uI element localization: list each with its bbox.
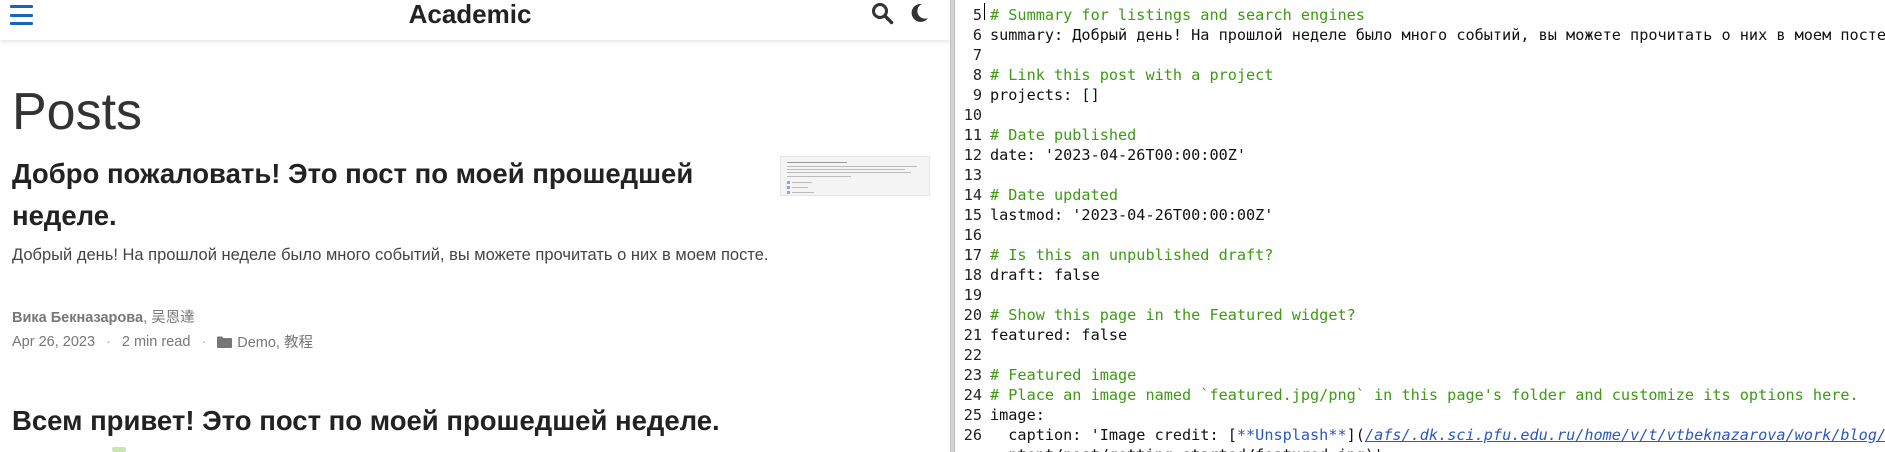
navbar: Academic — [0, 0, 950, 40]
line-number: 14 — [963, 186, 982, 204]
post-categories-link[interactable]: Demo, 教程 — [237, 331, 313, 352]
code-text: projects: [] — [990, 86, 1100, 104]
code-line[interactable]: 14 # Date updated — [955, 185, 1885, 205]
site-brand[interactable]: Academic — [0, 0, 940, 28]
line-number: 22 — [963, 346, 982, 364]
post-authors: Вика Бекназарова, 吴恩達 — [12, 306, 195, 327]
code-text: draft: false — [990, 266, 1100, 284]
line-number: 12 — [963, 146, 982, 164]
code-text-segment: ]( — [1346, 426, 1365, 444]
line-number: 20 — [963, 306, 982, 324]
code-text: featured: false — [990, 326, 1128, 344]
markdown-bold-text: **Unsplash** — [1236, 426, 1347, 444]
code-line[interactable]: 6 summary: Добрый день! На прошлой неделе… — [955, 25, 1885, 45]
code-comment: # Show this page in the Featured widget? — [990, 306, 1356, 324]
moon-icon[interactable] — [907, 1, 931, 25]
code-comment: # Summary for listings and search engine… — [990, 6, 1365, 24]
code-text: ntent/post/getting-started/featured.jpg)… — [990, 446, 1383, 452]
code-comment: # Is this an unpublished draft? — [990, 246, 1274, 264]
code-text-segment: caption: 'Image credit: [ — [990, 426, 1237, 444]
website-preview-pane: Academic Posts Добро пожаловать! Это пос… — [0, 0, 950, 452]
code-line[interactable]: 13 — [955, 165, 1885, 185]
code-line[interactable]: ntent/post/getting-started/featured.jpg)… — [955, 445, 1885, 452]
code-line[interactable]: 21 featured: false — [955, 325, 1885, 345]
code-line[interactable]: 8 # Link this post with a project — [955, 65, 1885, 85]
code-line[interactable]: 23 # Featured image — [955, 365, 1885, 385]
code-line[interactable]: 18 draft: false — [955, 265, 1885, 285]
page-title: Posts — [12, 83, 143, 141]
text-cursor — [984, 3, 985, 20]
markdown-link-url: /afs/.dk.sci.pfu.edu.ru/home/v/t/vtbekna… — [1364, 426, 1885, 444]
code-line[interactable]: 17 # Is this an unpublished draft? — [955, 245, 1885, 265]
line-number: 23 — [963, 366, 982, 384]
line-number: 17 — [963, 246, 982, 264]
line-number: 16 — [963, 226, 982, 244]
line-number: 26 — [963, 426, 982, 444]
code-text: caption: 'Image credit: [**Unsplash**](/… — [990, 426, 1885, 444]
line-number: 13 — [963, 166, 982, 184]
post-summary: Добрый день! На прошлой неделе было мног… — [12, 246, 769, 264]
line-number: 8 — [972, 66, 982, 84]
post-title-link[interactable]: Всем привет! Это пост по моей прошедшей … — [12, 400, 932, 442]
code-line[interactable]: 16 — [955, 225, 1885, 245]
code-text: image: — [990, 406, 1045, 424]
post-read-time: 2 min read — [121, 333, 191, 350]
line-number: 9 — [972, 86, 982, 104]
line-number: 19 — [963, 286, 982, 304]
code-text: lastmod: '2023-04-26T00:00:00Z' — [990, 206, 1274, 224]
author-link[interactable]: Вика Бекназарова — [12, 310, 143, 326]
line-number: 11 — [963, 126, 982, 144]
line-number: 25 — [963, 406, 982, 424]
code-line[interactable]: 9 projects: [] — [955, 85, 1885, 105]
code-comment: # Link this post with a project — [990, 66, 1274, 84]
code-line[interactable]: 5 # Summary for listings and search engin… — [955, 5, 1885, 25]
line-number: 6 — [972, 26, 982, 44]
code-line[interactable]: 12 date: '2023-04-26T00:00:00Z' — [955, 145, 1885, 165]
code-editor[interactable]: 5 # Summary for listings and search engin… — [955, 0, 1885, 452]
line-number: 18 — [963, 266, 982, 284]
search-icon[interactable] — [870, 1, 894, 25]
line-number: 15 — [963, 206, 982, 224]
code-comment: # Date updated — [990, 186, 1119, 204]
code-line[interactable]: 15 lastmod: '2023-04-26T00:00:00Z' — [955, 205, 1885, 225]
author-link-secondary[interactable]: , 吴恩達 — [143, 310, 195, 326]
post-thumbnail[interactable] — [780, 156, 930, 196]
code-line[interactable]: 25 image: — [955, 405, 1885, 425]
code-text: date: '2023-04-26T00:00:00Z' — [990, 146, 1247, 164]
code-comment: # Featured image — [990, 366, 1137, 384]
code-line[interactable]: 11 # Date published — [955, 125, 1885, 145]
code-line[interactable]: 20 # Show this page in the Featured widge… — [955, 305, 1885, 325]
code-line[interactable]: 10 — [955, 105, 1885, 125]
post-date: Apr 26, 2023 — [12, 333, 96, 350]
meta-separator: · — [106, 333, 111, 350]
code-line[interactable]: 24 # Place an image named `featured.jpg/p… — [955, 385, 1885, 405]
code-line[interactable]: 22 — [955, 345, 1885, 365]
line-number: 24 — [963, 386, 982, 404]
code-text: summary: Добрый день! На прошлой неделе … — [990, 26, 1885, 44]
code-line[interactable]: 7 — [955, 45, 1885, 65]
folder-icon — [217, 336, 233, 348]
code-line[interactable]: 19 — [955, 285, 1885, 305]
line-number: 5 — [972, 6, 982, 24]
author-avatar — [112, 447, 126, 452]
line-number: 10 — [963, 106, 982, 124]
post-title-link[interactable]: Добро пожаловать! Это пост по моей проше… — [12, 153, 732, 237]
post-meta: Apr 26, 2023 · 2 min read · Demo, 教程 — [12, 331, 313, 352]
line-number: 7 — [972, 46, 982, 64]
line-number: 21 — [963, 326, 982, 344]
code-comment: # Date published — [990, 126, 1137, 144]
code-comment: # Place an image named `featured.jpg/png… — [990, 386, 1859, 404]
code-line[interactable]: 26 caption: 'Image credit: [**Unsplash**… — [955, 425, 1885, 445]
meta-separator: · — [201, 333, 207, 350]
